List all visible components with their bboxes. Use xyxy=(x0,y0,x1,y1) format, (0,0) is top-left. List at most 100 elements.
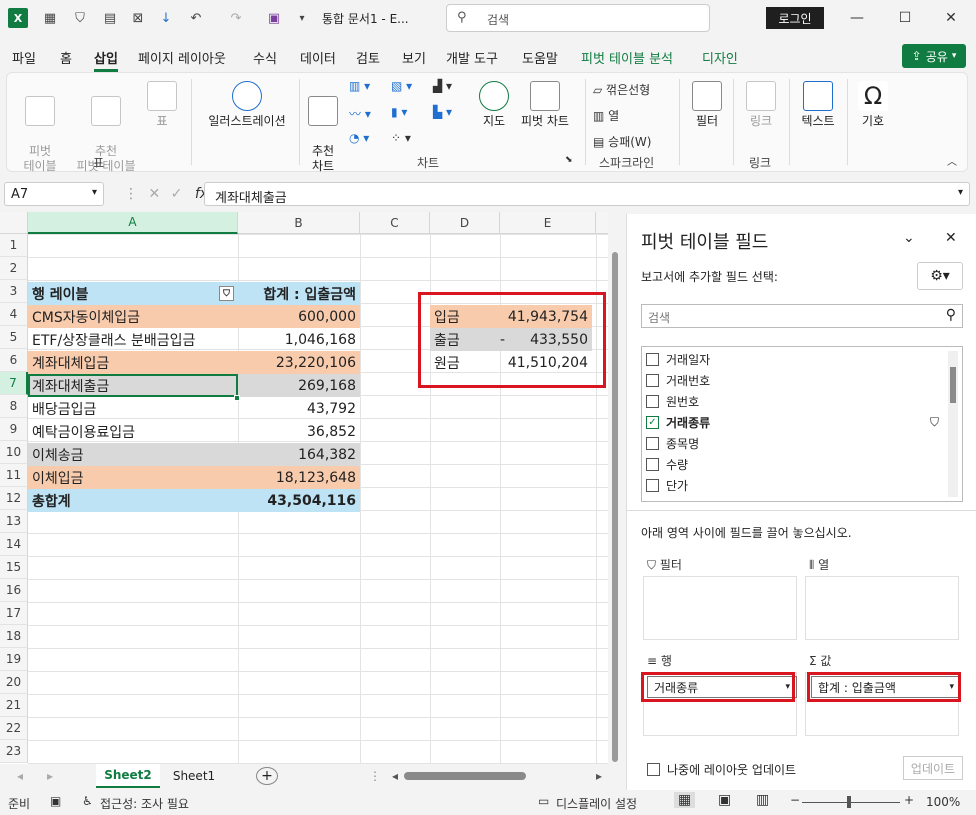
search-box[interactable]: ⚲ 검색 xyxy=(446,4,710,32)
field-item[interactable]: 원번호 xyxy=(646,393,699,410)
columns-drop-area[interactable] xyxy=(805,576,959,640)
field-item[interactable]: 거래일자 xyxy=(646,351,710,368)
illustration-button[interactable]: 일러스트레이션 xyxy=(199,81,295,129)
row-header[interactable]: 9 xyxy=(0,418,28,441)
row-header[interactable]: 7 xyxy=(0,372,28,395)
undo-icon[interactable]: ↶ xyxy=(186,8,206,28)
pivot-row-labels-header[interactable]: 행 레이블 ⛉ xyxy=(28,282,238,305)
row-header[interactable]: 8 xyxy=(0,395,28,418)
row-header[interactable]: 10 xyxy=(0,441,28,464)
checkbox[interactable] xyxy=(646,479,659,492)
horizontal-scroll-thumb[interactable] xyxy=(404,772,526,780)
tab-split-handle-icon[interactable]: ⋮ xyxy=(369,764,381,788)
defer-update-option[interactable]: 나중에 레이아웃 업데이트 xyxy=(647,761,796,778)
row-header[interactable]: 13 xyxy=(0,510,28,533)
row-header[interactable]: 17 xyxy=(0,602,28,625)
name-box[interactable]: A7 ▾ xyxy=(4,182,104,206)
checkbox[interactable] xyxy=(646,458,659,471)
pie-chart-button[interactable]: ◔ ▾ xyxy=(349,131,369,145)
hscroll-left-icon[interactable]: ◂ xyxy=(390,764,400,788)
dialog-launcher-icon[interactable]: ⬊ xyxy=(565,155,573,165)
customize-qat-icon[interactable]: ▾ xyxy=(292,8,312,28)
pivot-row-label[interactable]: 예탁금이용료입금 xyxy=(28,420,238,443)
pivot-table-button[interactable]: 피벗 테이블 xyxy=(13,81,67,174)
login-button[interactable]: 로그인 xyxy=(766,7,824,29)
pivot-row-label[interactable]: 이체입금 xyxy=(28,466,238,489)
macro-record-icon[interactable]: ▣ xyxy=(50,794,61,808)
row-header[interactable]: 2 xyxy=(0,257,28,280)
pivot-row-label[interactable]: 배당금입금 xyxy=(28,397,238,420)
table-button[interactable]: 표 xyxy=(145,81,179,129)
select-all-corner[interactable] xyxy=(0,212,28,234)
sheet-tab-sheet2[interactable]: Sheet2 xyxy=(96,764,160,788)
row-header[interactable]: 19 xyxy=(0,648,28,671)
scatter-chart-button[interactable]: ⁘ ▾ xyxy=(391,131,411,145)
pivot-row-label[interactable]: ETF/상장클래스 분배금입금 xyxy=(28,328,238,351)
field-filter-icon[interactable]: ⛉ xyxy=(930,415,939,430)
link-button[interactable]: 링크 xyxy=(739,81,783,129)
column-header-a[interactable]: A xyxy=(28,212,238,234)
worksheet-grid[interactable]: A B C D E 1 2 3 4 5 6 7 8 9 10 11 12 13 14 15 16 17 18 19 2… xyxy=(0,212,622,764)
tab-help[interactable]: 도움말 xyxy=(522,48,558,67)
pivot-row-value[interactable]: 36,852 xyxy=(238,420,360,443)
symbol-button[interactable]: Ω 기호 xyxy=(853,81,893,129)
row-header[interactable]: 5 xyxy=(0,326,28,349)
field-item[interactable]: 거래번호 xyxy=(646,372,710,389)
tab-pivot-analyze[interactable]: 피벗 테이블 분석 xyxy=(581,48,673,67)
recommended-chart-button[interactable]: 추천 차트 xyxy=(305,81,341,174)
checkbox[interactable] xyxy=(646,437,659,450)
row-header[interactable]: 20 xyxy=(0,671,28,694)
row-header[interactable]: 16 xyxy=(0,579,28,602)
field-item[interactable]: 수량 xyxy=(646,456,688,473)
column-header-d[interactable]: D xyxy=(430,212,500,234)
display-settings-icon[interactable]: ▭ xyxy=(538,794,549,808)
checkbox[interactable] xyxy=(646,353,659,366)
pivot-row-value[interactable]: 269,168 xyxy=(238,374,360,397)
sparkline-column-button[interactable]: ▥ 열 xyxy=(593,107,619,124)
add-sheet-icon[interactable]: + xyxy=(256,767,278,785)
field-list-scroll-thumb[interactable] xyxy=(950,367,956,403)
row-header[interactable]: 14 xyxy=(0,533,28,556)
row-header[interactable]: 22 xyxy=(0,717,28,740)
sheet-tab-sheet1[interactable]: Sheet1 xyxy=(164,764,224,788)
row-header[interactable]: 3 xyxy=(0,280,28,303)
pivot-row-label[interactable]: CMS자동이체입금 xyxy=(28,305,238,328)
pivot-row-value[interactable]: 18,123,648 xyxy=(238,466,360,489)
filter-button[interactable]: 필터 xyxy=(687,81,727,129)
column-header-e[interactable]: E xyxy=(500,212,596,234)
page-layout-view-icon[interactable]: ▣ xyxy=(718,792,731,808)
tab-formulas[interactable]: 수식 xyxy=(253,48,277,67)
page-break-view-icon[interactable]: ▥ xyxy=(756,792,769,808)
row-header[interactable]: 6 xyxy=(0,349,28,372)
row-header[interactable]: 21 xyxy=(0,694,28,717)
bar-chart-button[interactable]: ▮ ▾ xyxy=(391,105,407,119)
column-header-b[interactable]: B xyxy=(238,212,360,234)
enter-icon[interactable]: ✓ xyxy=(171,186,183,202)
pivot-row-value[interactable]: 164,382 xyxy=(238,443,360,466)
display-settings-label[interactable]: 디스플레이 설정 xyxy=(556,795,637,812)
pivot-chart-button[interactable]: 피벗 차트 xyxy=(515,81,575,129)
field-item[interactable]: 종목명 xyxy=(646,435,699,452)
row-header[interactable]: 23 xyxy=(0,740,28,763)
scroll-right-icon[interactable]: ▸ xyxy=(40,764,60,788)
pivot-row-value[interactable]: 43,792 xyxy=(238,397,360,420)
combo-chart-button[interactable]: ▙ ▾ xyxy=(433,105,452,119)
update-button[interactable]: 업데이트 xyxy=(903,756,963,780)
normal-view-icon[interactable]: ▦ xyxy=(674,792,696,808)
close-pane-icon[interactable]: ✕ xyxy=(945,230,957,246)
minimize-icon[interactable]: — xyxy=(846,8,868,28)
tab-data[interactable]: 데이터 xyxy=(300,48,336,67)
tab-insert[interactable]: 삽입 xyxy=(94,48,118,72)
pivot-total-value[interactable]: 43,504,116 xyxy=(238,489,360,512)
maximize-icon[interactable]: ☐ xyxy=(894,8,916,28)
vertical-scroll-thumb[interactable] xyxy=(612,252,618,762)
zoom-in-icon[interactable]: + xyxy=(904,793,914,807)
expand-formula-icon[interactable]: ▾ xyxy=(958,187,963,198)
tab-design[interactable]: 디자인 xyxy=(702,48,738,67)
field-item[interactable]: 단가 xyxy=(646,477,688,494)
zoom-slider-thumb[interactable] xyxy=(847,796,851,808)
sparkline-winloss-button[interactable]: ▤ 승패(W) xyxy=(593,133,651,150)
vertical-scrollbar[interactable] xyxy=(608,234,622,764)
column-chart-button[interactable]: ▥ ▾ xyxy=(349,79,370,93)
sort-down-icon[interactable]: ↓ xyxy=(156,8,176,28)
